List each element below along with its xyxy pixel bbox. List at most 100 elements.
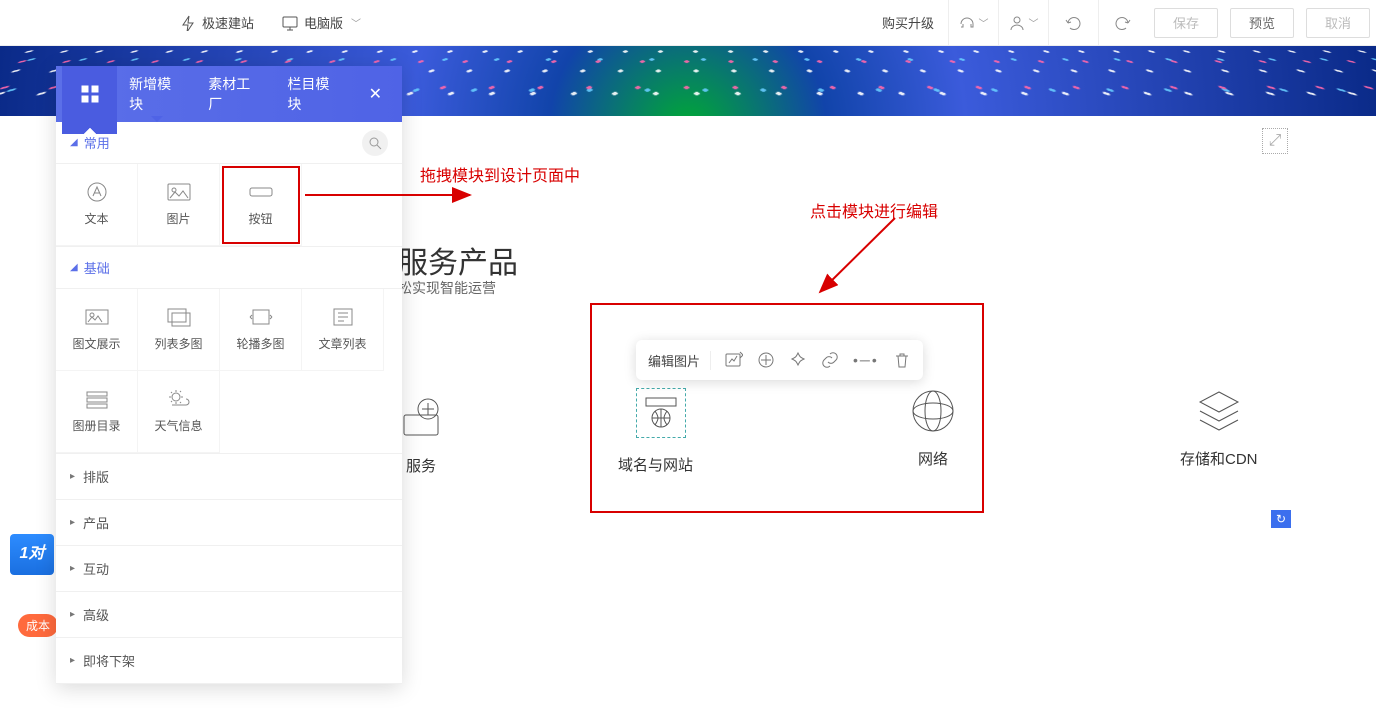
panel-close-button[interactable]: ✕ — [355, 84, 396, 104]
tab-material-factory[interactable]: 素材工厂 — [196, 66, 275, 122]
chevron-down-icon: ﹀ — [351, 15, 361, 30]
replace-image-icon[interactable] — [725, 351, 743, 369]
carousel-icon — [248, 307, 274, 327]
album-icon — [84, 389, 110, 409]
module-weather[interactable]: 天气信息 — [138, 371, 220, 453]
resize-handle[interactable]: ⤢ — [1262, 128, 1288, 154]
section-basic[interactable]: ◢ 基础 — [56, 247, 402, 289]
triangle-down-icon: ◢ — [70, 137, 78, 148]
tab-column-module[interactable]: 栏目模块 — [275, 66, 354, 122]
image-text-icon — [84, 307, 110, 327]
module-text[interactable]: 文本 — [56, 164, 138, 246]
cancel-button[interactable]: 取消 — [1306, 8, 1370, 38]
quick-site-button[interactable]: 极速建站 — [170, 0, 264, 46]
triangle-right-icon: ▸ — [70, 655, 75, 666]
module-button[interactable]: 按钮 — [220, 164, 302, 246]
service-label: 存储和CDN — [1180, 448, 1258, 469]
module-image-text[interactable]: 图文展示 — [56, 289, 138, 371]
accordion-label: 高级 — [83, 605, 109, 624]
headset-icon — [958, 14, 976, 32]
redo-button[interactable] — [1098, 0, 1148, 46]
weather-icon — [166, 389, 192, 409]
accordion-label: 产品 — [83, 513, 109, 532]
module-label: 轮播多图 — [236, 335, 284, 352]
buy-upgrade-link[interactable]: 购买升级 — [868, 13, 948, 32]
button-icon — [248, 182, 274, 202]
device-label: 电脑版 — [304, 13, 343, 32]
promo-banner[interactable]: 1对 — [10, 534, 54, 575]
quick-site-label: 极速建站 — [202, 13, 254, 32]
service-item-0[interactable]: 服务 — [398, 395, 444, 476]
accordion-advanced[interactable]: ▸ 高级 — [56, 592, 402, 638]
redo-icon — [1114, 14, 1132, 32]
edit-image-label[interactable]: 编辑图片 — [648, 351, 711, 370]
module-label: 文本 — [84, 210, 108, 227]
accordion-product[interactable]: ▸ 产品 — [56, 500, 402, 546]
edit-image-toolbar: 编辑图片 •─• — [636, 340, 923, 380]
image-icon — [166, 182, 192, 202]
triangle-right-icon: ▸ — [70, 563, 75, 574]
module-image[interactable]: 图片 — [138, 164, 220, 246]
list-images-icon — [166, 307, 192, 327]
page-title: 服务产品 — [398, 238, 518, 282]
module-label: 图册目录 — [72, 417, 120, 434]
support-menu[interactable]: ﹀ — [948, 0, 998, 46]
undo-button[interactable] — [1048, 0, 1098, 46]
accordion-layout[interactable]: ▸ 排版 — [56, 454, 402, 500]
triangle-right-icon: ▸ — [70, 471, 75, 482]
triangle-right-icon: ▸ — [70, 517, 75, 528]
module-article-list[interactable]: 文章列表 — [302, 289, 384, 371]
annotation-click-hint: 点击模块进行编辑 — [810, 198, 938, 222]
effects-icon[interactable] — [789, 351, 807, 369]
text-icon — [84, 182, 110, 202]
module-panel-header: 新增模块 素材工厂 栏目模块 ✕ — [56, 66, 402, 122]
accordion-interact[interactable]: ▸ 互动 — [56, 546, 402, 592]
service-item-3[interactable]: 存储和CDN — [1180, 388, 1258, 469]
account-menu[interactable]: ﹀ — [998, 0, 1048, 46]
accordion-deprecated[interactable]: ▸ 即将下架 — [56, 638, 402, 684]
promo-badge[interactable]: 成本 — [18, 614, 58, 637]
triangle-down-icon: ◢ — [70, 262, 78, 273]
panel-grip[interactable] — [62, 66, 117, 122]
section-label: 常用 — [84, 133, 110, 152]
layers-icon — [1196, 388, 1242, 434]
accordion-label: 排版 — [83, 467, 109, 486]
more-options-icon[interactable]: •─• — [853, 352, 879, 368]
service-icon — [398, 395, 444, 441]
save-button[interactable]: 保存 — [1154, 8, 1218, 38]
link-icon[interactable] — [821, 351, 839, 369]
module-album-catalog[interactable]: 图册目录 — [56, 371, 138, 453]
article-list-icon — [330, 307, 356, 327]
module-label: 文章列表 — [318, 335, 366, 352]
triangle-right-icon: ▸ — [70, 609, 75, 620]
delete-icon[interactable] — [893, 351, 911, 369]
module-label: 图文展示 — [72, 335, 120, 352]
modules-basic-grid: 图文展示 列表多图 轮播多图 文章列表 图册目录 天气信息 — [56, 289, 402, 454]
top-toolbar: 极速建站 电脑版 ﹀ 购买升级 ﹀ ﹀ 保存 预览 取消 — [0, 0, 1376, 46]
user-icon — [1008, 14, 1026, 32]
annotation-box-module — [590, 303, 984, 513]
annotation-arrow-2 — [810, 210, 910, 300]
module-label: 天气信息 — [154, 417, 202, 434]
annotation-drag-hint: 拖拽模块到设计页面中 — [420, 162, 580, 186]
monitor-icon — [282, 15, 298, 31]
accordion-label: 互动 — [83, 559, 109, 578]
accordion-label: 即将下架 — [83, 651, 135, 670]
module-carousel[interactable]: 轮播多图 — [220, 289, 302, 371]
module-label: 列表多图 — [154, 335, 202, 352]
tab-add-module[interactable]: 新增模块 — [117, 66, 196, 122]
module-label: 图片 — [166, 210, 190, 227]
search-button[interactable] — [362, 130, 388, 156]
grid-icon — [81, 85, 99, 103]
device-switch-button[interactable]: 电脑版 ﹀ — [272, 0, 371, 46]
preview-button[interactable]: 预览 — [1230, 8, 1294, 38]
undo-icon — [1064, 14, 1082, 32]
refresh-badge[interactable]: ↻ — [1271, 510, 1291, 528]
module-list-images[interactable]: 列表多图 — [138, 289, 220, 371]
crop-icon[interactable] — [757, 351, 775, 369]
page-subtitle: 松实现智能运营 — [398, 278, 496, 298]
search-icon — [368, 136, 382, 150]
lightning-icon — [180, 15, 196, 31]
module-panel: 新增模块 素材工厂 栏目模块 ✕ ◢ 常用 文本 图片 按钮 ◢ 基础 图文展示… — [56, 66, 402, 684]
section-label: 基础 — [84, 258, 110, 277]
